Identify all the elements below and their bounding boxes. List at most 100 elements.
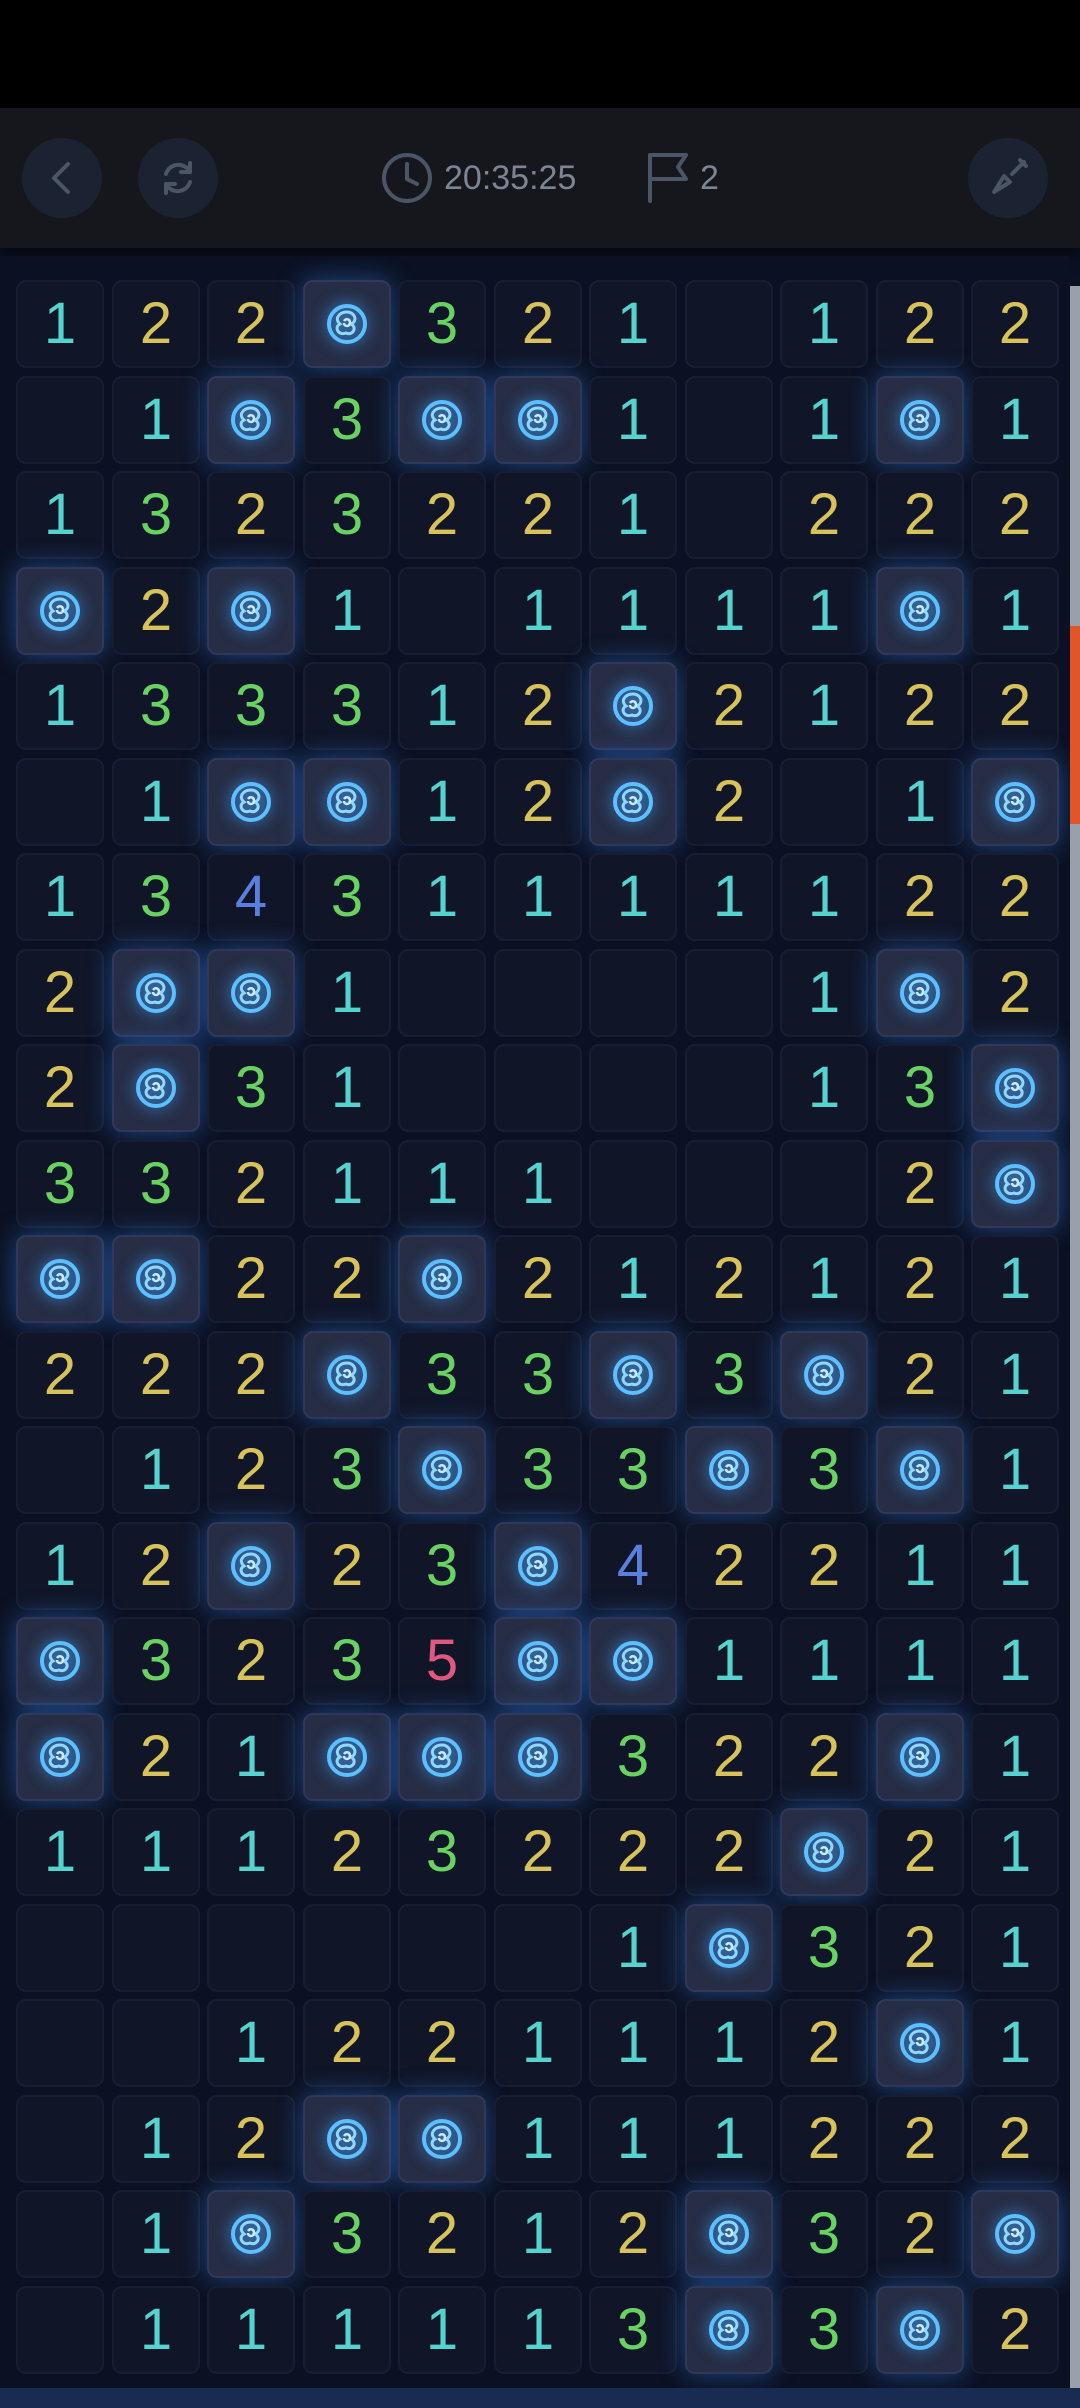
number-cell[interactable]: 1 [780,1235,868,1323]
empty-cell[interactable] [685,280,773,368]
mine-cell[interactable] [112,1044,200,1132]
number-cell[interactable]: 1 [494,853,582,941]
number-cell[interactable]: 3 [589,1426,677,1514]
number-cell[interactable]: 2 [494,758,582,846]
number-cell[interactable]: 1 [589,567,677,655]
mine-cell[interactable] [398,1235,486,1323]
number-cell[interactable]: 1 [494,567,582,655]
number-cell[interactable]: 2 [780,1713,868,1801]
number-cell[interactable]: 1 [398,2286,486,2374]
mine-cell[interactable] [876,1713,964,1801]
number-cell[interactable]: 1 [971,1235,1059,1323]
mine-cell[interactable] [494,376,582,464]
empty-cell[interactable] [685,949,773,1037]
number-cell[interactable]: 3 [780,1904,868,1992]
mine-cell[interactable] [112,1235,200,1323]
number-cell[interactable]: 2 [971,853,1059,941]
number-cell[interactable]: 2 [876,662,964,750]
number-cell[interactable]: 1 [685,1999,773,2087]
mine-cell[interactable] [207,1522,295,1610]
mine-cell[interactable] [589,1331,677,1419]
number-cell[interactable]: 2 [303,1522,391,1610]
number-cell[interactable]: 1 [589,471,677,559]
mine-cell[interactable] [876,2286,964,2374]
number-cell[interactable]: 3 [303,1617,391,1705]
number-cell[interactable]: 2 [780,2095,868,2183]
number-cell[interactable]: 2 [207,1331,295,1419]
number-cell[interactable]: 2 [971,949,1059,1037]
number-cell[interactable]: 1 [16,280,104,368]
number-cell[interactable]: 2 [303,1235,391,1323]
number-cell[interactable]: 2 [685,1713,773,1801]
mine-cell[interactable] [303,2095,391,2183]
number-cell[interactable]: 2 [876,2095,964,2183]
number-cell[interactable]: 2 [303,1808,391,1896]
number-cell[interactable]: 1 [16,1522,104,1610]
number-cell[interactable]: 1 [780,1617,868,1705]
number-cell[interactable]: 2 [780,1999,868,2087]
number-cell[interactable]: 3 [112,1617,200,1705]
number-cell[interactable]: 1 [112,1808,200,1896]
number-cell[interactable]: 1 [685,1617,773,1705]
number-cell[interactable]: 3 [398,1522,486,1610]
number-cell[interactable]: 1 [16,853,104,941]
empty-cell[interactable] [16,376,104,464]
empty-cell[interactable] [780,1140,868,1228]
number-cell[interactable]: 2 [685,1522,773,1610]
empty-cell[interactable] [685,471,773,559]
mine-cell[interactable] [207,2190,295,2278]
number-cell[interactable]: 1 [16,471,104,559]
empty-cell[interactable] [494,949,582,1037]
number-cell[interactable]: 3 [780,2286,868,2374]
number-cell[interactable]: 2 [112,567,200,655]
mine-cell[interactable] [398,1426,486,1514]
number-cell[interactable]: 1 [494,2286,582,2374]
number-cell[interactable]: 1 [971,1713,1059,1801]
number-cell[interactable]: 3 [685,1331,773,1419]
number-cell[interactable]: 3 [303,1426,391,1514]
number-cell[interactable]: 3 [207,662,295,750]
empty-cell[interactable] [16,758,104,846]
number-cell[interactable]: 2 [494,471,582,559]
empty-cell[interactable] [494,1904,582,1992]
number-cell[interactable]: 2 [685,662,773,750]
empty-cell[interactable] [398,1904,486,1992]
empty-cell[interactable] [16,1904,104,1992]
empty-cell[interactable] [16,1426,104,1514]
number-cell[interactable]: 2 [207,1617,295,1705]
number-cell[interactable]: 2 [780,471,868,559]
number-cell[interactable]: 1 [589,1999,677,2087]
empty-cell[interactable] [398,1044,486,1132]
number-cell[interactable]: 2 [207,471,295,559]
number-cell[interactable]: 2 [112,1331,200,1419]
number-cell[interactable]: 1 [589,2095,677,2183]
number-cell[interactable]: 1 [876,1522,964,1610]
empty-cell[interactable] [494,1044,582,1132]
number-cell[interactable]: 1 [971,1522,1059,1610]
mine-cell[interactable] [207,949,295,1037]
number-cell[interactable]: 1 [589,376,677,464]
number-cell[interactable]: 2 [398,1999,486,2087]
number-cell[interactable]: 1 [494,2190,582,2278]
empty-cell[interactable] [16,2190,104,2278]
mine-cell[interactable] [398,1713,486,1801]
number-cell[interactable]: 1 [589,280,677,368]
mine-cell[interactable] [971,2190,1059,2278]
mine-cell[interactable] [780,1331,868,1419]
number-cell[interactable]: 2 [971,280,1059,368]
mine-cell[interactable] [303,1331,391,1419]
mine-cell[interactable] [971,758,1059,846]
number-cell[interactable]: 2 [112,1713,200,1801]
mine-cell[interactable] [303,280,391,368]
number-cell[interactable]: 2 [16,949,104,1037]
number-cell[interactable]: 3 [398,1331,486,1419]
number-cell[interactable]: 1 [16,662,104,750]
mine-cell[interactable] [685,1426,773,1514]
mine-cell[interactable] [876,567,964,655]
number-cell[interactable]: 1 [303,1044,391,1132]
number-cell[interactable]: 4 [589,1522,677,1610]
mine-cell[interactable] [303,1713,391,1801]
empty-cell[interactable] [685,376,773,464]
number-cell[interactable]: 2 [876,280,964,368]
mine-cell[interactable] [876,949,964,1037]
